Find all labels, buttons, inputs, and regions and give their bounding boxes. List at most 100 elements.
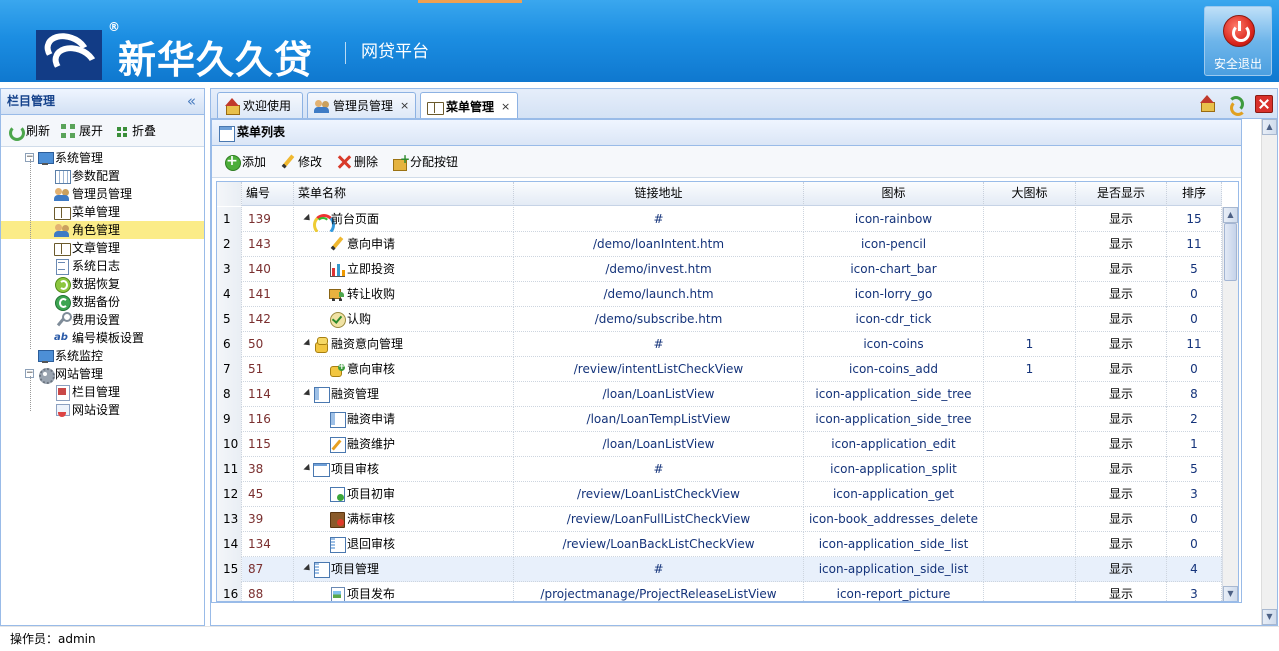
add-button[interactable]: 添加 bbox=[224, 153, 266, 171]
scroll-up-icon[interactable]: ▲ bbox=[1262, 119, 1277, 135]
table-row[interactable]: 2 143 意向申请/demo/loanIntent.htm icon-pencil 显… bbox=[217, 232, 1222, 257]
table-row[interactable]: 751 意向审核/review/intentListCheckViewicon-c… bbox=[217, 357, 1222, 382]
split-icon bbox=[313, 461, 330, 477]
table-row[interactable]: 15 87 项目管理 # icon-application_side_list 显示 4 bbox=[217, 557, 1222, 582]
collapse-sidebar-icon[interactable]: « bbox=[187, 89, 196, 113]
row-number: 14 bbox=[217, 532, 242, 557]
expand-toggle-icon[interactable] bbox=[303, 388, 313, 399]
close-tab-icon[interactable]: × bbox=[501, 95, 510, 119]
table-cell bbox=[984, 582, 1076, 601]
table-row[interactable]: 14 134 退回审核/review/LoanBackListCheckView ic… bbox=[217, 532, 1222, 557]
scrollbar-thumb[interactable] bbox=[1224, 223, 1237, 281]
table-row[interactable]: 16 88 项目发布/projectmanage/ProjectReleaseLis… bbox=[217, 582, 1222, 601]
row-number: 16 bbox=[217, 582, 242, 601]
table-row[interactable]: 6 50 融资意向管理 # icon-coins 1 显示 11 bbox=[217, 332, 1222, 357]
table-row[interactable]: 3 140 立即投资/demo/invest.htm icon-chart_bar 显示… bbox=[217, 257, 1222, 282]
edit-button[interactable]: 修改 bbox=[280, 153, 322, 170]
id-column-header[interactable]: 编号 bbox=[242, 182, 294, 206]
menu-name-cell: 项目初审 bbox=[294, 482, 514, 507]
tree-item[interactable]: 管理员管理 bbox=[1, 185, 204, 203]
tab-admin-management[interactable]: 管理员管理 × bbox=[307, 92, 416, 119]
assign-buttons-button[interactable]: 分配按钮 bbox=[392, 152, 459, 171]
logout-button[interactable]: 安全退出 bbox=[1204, 6, 1272, 76]
gear-icon bbox=[37, 366, 55, 384]
delete-button[interactable]: 删除 bbox=[336, 153, 378, 170]
tab-strip: 欢迎使用 管理员管理 × 菜单管理 × bbox=[210, 88, 1278, 120]
table-row[interactable]: 1 139 前台页面 # icon-rainbow 显示 15 bbox=[217, 207, 1222, 232]
icon-column-header[interactable]: 图标 bbox=[804, 182, 984, 206]
tree-item[interactable]: 网站设置 bbox=[1, 401, 204, 419]
big-icon-column-header[interactable]: 大图标 bbox=[984, 182, 1076, 206]
menu-name: 项目审核 bbox=[331, 462, 380, 476]
tree-item[interactable]: 参数配置 bbox=[1, 167, 204, 185]
scroll-up-icon[interactable]: ▲ bbox=[1223, 207, 1238, 223]
tree-item-label: 系统监控 bbox=[55, 349, 104, 363]
url-column-header[interactable]: 链接地址 bbox=[514, 182, 804, 206]
tree-item-label: 系统日志 bbox=[72, 259, 121, 273]
collapse-all-button[interactable]: 折叠 bbox=[113, 122, 156, 139]
content-scrollbar[interactable]: ▲ ▼ bbox=[1261, 119, 1277, 625]
tree-item[interactable]: 数据备份 bbox=[1, 293, 204, 311]
grid-scrollbar[interactable]: ▲ ▼ bbox=[1222, 207, 1238, 601]
table-cell: 11 bbox=[1167, 332, 1222, 357]
close-all-icon[interactable] bbox=[1255, 95, 1273, 113]
table-row[interactable]: 12 45 项目初审/review/LoanListCheckView icon-ap… bbox=[217, 482, 1222, 507]
tree-item[interactable]: 数据恢复 bbox=[1, 275, 204, 293]
power-icon bbox=[1223, 15, 1255, 47]
backup-icon bbox=[54, 294, 71, 311]
expand-all-button[interactable]: 展开 bbox=[60, 122, 103, 139]
table-cell: icon-application_get bbox=[804, 482, 984, 507]
table-row[interactable]: 13 39 满标审核/review/LoanFullListCheckView ico… bbox=[217, 507, 1222, 532]
visible-column-header[interactable]: 是否显示 bbox=[1076, 182, 1167, 206]
tree-item[interactable]: 系统日志 bbox=[1, 257, 204, 275]
tab-welcome[interactable]: 欢迎使用 bbox=[217, 92, 303, 119]
menu-name: 前台页面 bbox=[331, 212, 380, 226]
table-row[interactable]: 8 114 融资管理/loan/LoanListView icon-applicati… bbox=[217, 382, 1222, 407]
table-row[interactable]: 11 38 项目审核 # icon-application_split 显示 5 bbox=[217, 457, 1222, 482]
tree-item[interactable]: 栏目管理 bbox=[1, 383, 204, 401]
logo-subtitle: 网贷平台 bbox=[361, 42, 429, 62]
tree-item[interactable]: 角色管理 bbox=[1, 221, 204, 239]
tab-label: 管理员管理 bbox=[333, 99, 394, 113]
close-tab-icon[interactable]: × bbox=[400, 94, 409, 118]
expand-toggle-icon[interactable] bbox=[303, 463, 313, 474]
table-row[interactable]: 5 142 认购/demo/subscribe.htm icon-cdr_tick 显示… bbox=[217, 307, 1222, 332]
tree-item[interactable]: 编号模板设置 bbox=[1, 329, 204, 347]
scroll-down-icon[interactable]: ▼ bbox=[1223, 586, 1238, 601]
name-column-header[interactable]: 菜单名称 bbox=[294, 182, 514, 206]
tree-item[interactable]: − 系统管理 bbox=[1, 149, 204, 167]
table-cell: 显示 bbox=[1076, 557, 1167, 582]
expand-toggle-icon[interactable] bbox=[303, 563, 313, 574]
tree-item[interactable]: − 网站管理 bbox=[1, 365, 204, 384]
table-row[interactable]: 4 141 转让收购/demo/launch.htm icon-lorry_go 显示 0 bbox=[217, 282, 1222, 307]
tree-item[interactable]: 文章管理 bbox=[1, 239, 204, 257]
table-cell: icon-report_picture bbox=[804, 582, 984, 601]
scroll-down-icon[interactable]: ▼ bbox=[1262, 609, 1277, 625]
refresh-button[interactable]: 刷新 bbox=[7, 122, 50, 141]
sort-column-header[interactable]: 排序 bbox=[1167, 182, 1222, 206]
table-cell: /demo/launch.htm bbox=[514, 282, 804, 307]
table-row[interactable]: 10 115 融资维护/loan/LoanListView icon-applicat… bbox=[217, 432, 1222, 457]
table-cell: /review/LoanListCheckView bbox=[514, 482, 804, 507]
menu-name-cell: 融资申请 bbox=[294, 407, 514, 432]
pencil-icon bbox=[329, 236, 345, 252]
table-cell: 51 bbox=[242, 357, 294, 382]
tree-item-label: 栏目管理 bbox=[72, 385, 121, 399]
table-cell: icon-lorry_go bbox=[804, 282, 984, 307]
table-row[interactable]: 9 116 融资申请/loan/LoanTempListView icon-appli… bbox=[217, 407, 1222, 432]
tick-icon bbox=[329, 311, 346, 328]
tree-item[interactable]: 费用设置 bbox=[1, 311, 204, 329]
row-number: 5 bbox=[217, 307, 242, 332]
reload-icon[interactable] bbox=[1227, 95, 1246, 116]
sidebar-panel: 栏目管理 « 刷新 展开 折叠 − 系统管理 参数配置 管理员管理 菜单管理 角色管理 文章… bbox=[0, 88, 205, 626]
tree-item[interactable]: 系统监控 bbox=[1, 347, 204, 365]
expand-toggle-icon[interactable] bbox=[303, 338, 313, 349]
assign-label: 分配按钮 bbox=[410, 155, 459, 169]
tab-menu-management[interactable]: 菜单管理 × bbox=[420, 92, 518, 120]
table-cell: icon-application_side_tree bbox=[804, 407, 984, 432]
report-picture-icon bbox=[329, 586, 345, 601]
tree-item[interactable]: 菜单管理 bbox=[1, 203, 204, 221]
home-icon[interactable] bbox=[1199, 95, 1217, 113]
expand-toggle-icon[interactable] bbox=[303, 213, 313, 224]
sidebar-toolbar: 刷新 展开 折叠 bbox=[1, 115, 204, 147]
